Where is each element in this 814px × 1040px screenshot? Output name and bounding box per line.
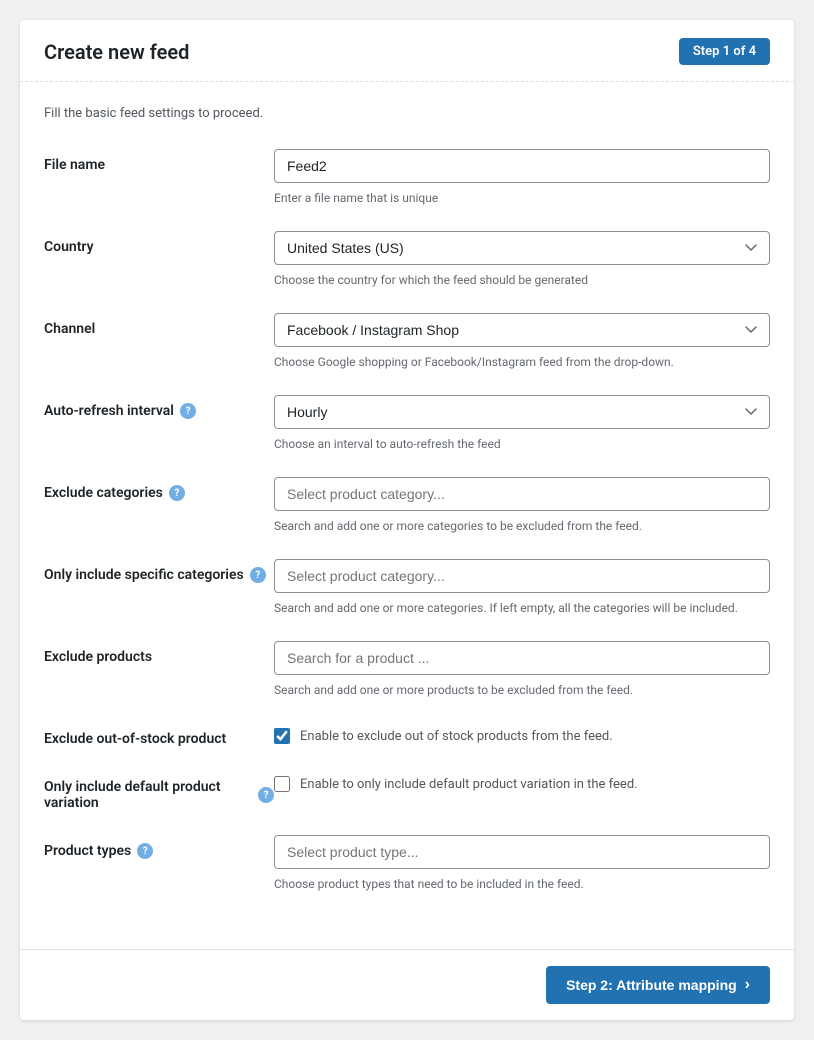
default-variation-label: Only include default product variation ? [44, 771, 274, 811]
exclude-out-of-stock-checkbox[interactable] [274, 728, 290, 744]
country-label: Country [44, 231, 274, 255]
exclude-products-row: Exclude products Search and add one or m… [44, 641, 770, 699]
file-name-row: File name Enter a file name that is uniq… [44, 149, 770, 207]
auto-refresh-row: Auto-refresh interval ? Hourly Choose an… [44, 395, 770, 453]
file-name-control: Enter a file name that is unique [274, 149, 770, 207]
channel-select[interactable]: Facebook / Instagram Shop [274, 313, 770, 347]
exclude-products-control: Search and add one or more products to b… [274, 641, 770, 699]
next-step-button[interactable]: Step 2: Attribute mapping › [546, 966, 770, 1004]
country-select[interactable]: United States (US) [274, 231, 770, 265]
exclude-products-label: Exclude products [44, 641, 274, 665]
form-subtitle: Fill the basic feed settings to proceed. [44, 106, 770, 121]
exclude-out-of-stock-control: Enable to exclude out of stock products … [274, 723, 770, 747]
file-name-input[interactable] [274, 149, 770, 183]
exclude-categories-label: Exclude categories ? [44, 477, 274, 501]
product-types-control: Choose product types that need to be inc… [274, 835, 770, 893]
exclude-categories-row: Exclude categories ? Search and add one … [44, 477, 770, 535]
include-categories-hint: Search and add one or more categories. I… [274, 599, 770, 617]
channel-row: Channel Facebook / Instagram Shop Choose… [44, 313, 770, 371]
page-title: Create new feed [44, 40, 189, 64]
default-variation-row: Only include default product variation ?… [44, 771, 770, 811]
auto-refresh-hint: Choose an interval to auto-refresh the f… [274, 435, 770, 453]
file-name-hint: Enter a file name that is unique [274, 189, 770, 207]
default-variation-control: Enable to only include default product v… [274, 771, 770, 795]
product-types-row: Product types ? Choose product types tha… [44, 835, 770, 893]
step-badge: Step 1 of 4 [679, 38, 770, 65]
exclude-categories-help-icon[interactable]: ? [169, 485, 185, 501]
auto-refresh-help-icon[interactable]: ? [180, 403, 196, 419]
country-row: Country United States (US) Choose the co… [44, 231, 770, 289]
include-categories-input[interactable] [274, 559, 770, 593]
exclude-out-of-stock-label: Exclude out-of-stock product [44, 723, 274, 747]
country-hint: Choose the country for which the feed sh… [274, 271, 770, 289]
exclude-products-input[interactable] [274, 641, 770, 675]
exclude-out-of-stock-row: Exclude out-of-stock product Enable to e… [44, 723, 770, 747]
exclude-out-of-stock-hint: Enable to exclude out of stock products … [300, 727, 613, 747]
exclude-products-hint: Search and add one or more products to b… [274, 681, 770, 699]
product-types-hint: Choose product types that need to be inc… [274, 875, 770, 893]
file-name-label: File name [44, 149, 274, 173]
default-variation-checkbox[interactable] [274, 776, 290, 792]
auto-refresh-control: Hourly Choose an interval to auto-refres… [274, 395, 770, 453]
exclude-categories-input[interactable] [274, 477, 770, 511]
channel-control: Facebook / Instagram Shop Choose Google … [274, 313, 770, 371]
exclude-out-of-stock-checkbox-wrap: Enable to exclude out of stock products … [274, 723, 770, 747]
next-arrow-icon: › [745, 976, 750, 994]
default-variation-help-icon[interactable]: ? [258, 787, 274, 803]
exclude-categories-control: Search and add one or more categories to… [274, 477, 770, 535]
country-control: United States (US) Choose the country fo… [274, 231, 770, 289]
auto-refresh-select[interactable]: Hourly [274, 395, 770, 429]
card-footer: Step 2: Attribute mapping › [20, 949, 794, 1020]
default-variation-checkbox-wrap: Enable to only include default product v… [274, 771, 770, 795]
include-categories-row: Only include specific categories ? Searc… [44, 559, 770, 617]
create-feed-card: Create new feed Step 1 of 4 Fill the bas… [20, 20, 794, 1020]
product-types-help-icon[interactable]: ? [137, 843, 153, 859]
card-body: Fill the basic feed settings to proceed.… [20, 82, 794, 933]
include-categories-control: Search and add one or more categories. I… [274, 559, 770, 617]
channel-label: Channel [44, 313, 274, 337]
include-categories-help-icon[interactable]: ? [250, 567, 266, 583]
include-categories-label: Only include specific categories ? [44, 559, 274, 583]
channel-hint: Choose Google shopping or Facebook/Insta… [274, 353, 770, 371]
card-header: Create new feed Step 1 of 4 [20, 20, 794, 82]
exclude-categories-hint: Search and add one or more categories to… [274, 517, 770, 535]
product-types-label: Product types ? [44, 835, 274, 859]
product-types-input[interactable] [274, 835, 770, 869]
auto-refresh-label: Auto-refresh interval ? [44, 395, 274, 419]
default-variation-hint: Enable to only include default product v… [300, 775, 638, 795]
